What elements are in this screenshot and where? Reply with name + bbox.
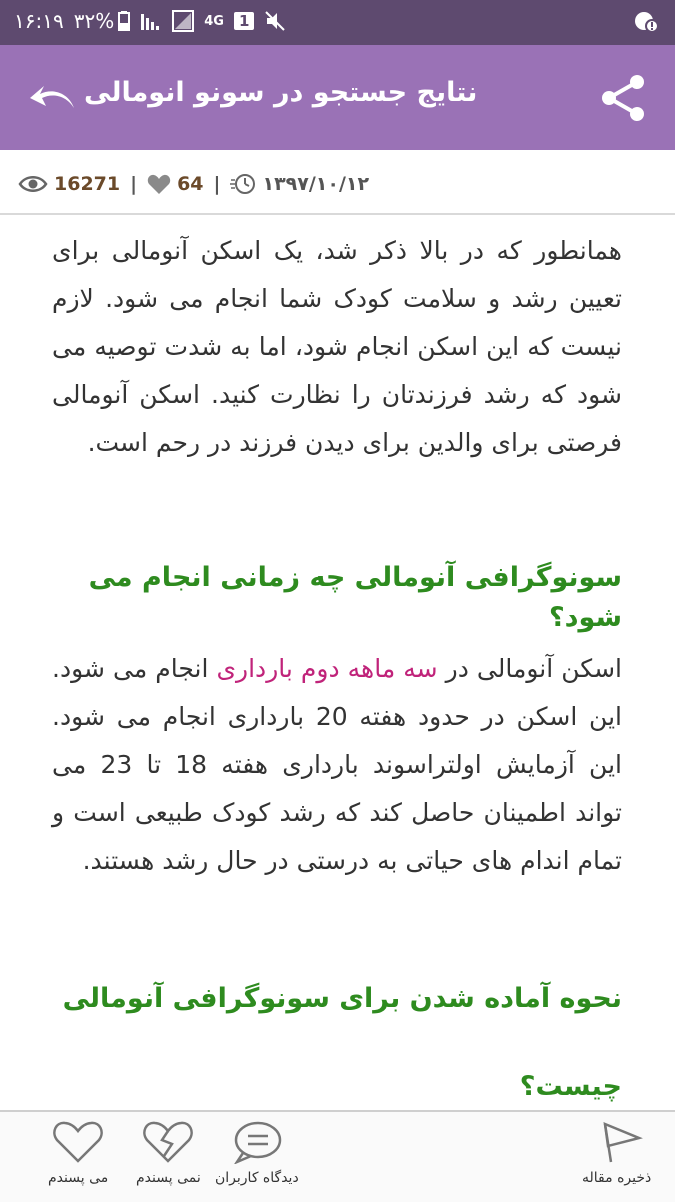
battery-indicator: ۳۲%	[74, 9, 131, 33]
status-bar-left: ۱۶:۱۹ ۳۲% 4G 1	[14, 9, 286, 33]
highlight-link[interactable]: سه ماهه دوم بارداری	[216, 654, 437, 683]
separator: |	[213, 173, 221, 195]
page-title: نتایج جستجو در سونو انومالی	[84, 77, 478, 108]
status-bar: ۱۶:۱۹ ۳۲% 4G 1	[0, 0, 675, 45]
battery-icon	[118, 11, 131, 31]
comments-button[interactable]: دیدگاه کاربران	[215, 1120, 299, 1186]
sim-badge: 1	[233, 12, 255, 30]
comments-label: دیدگاه کاربران	[215, 1170, 299, 1186]
dislike-button[interactable]: نمی پسندم	[136, 1120, 201, 1186]
broken-heart-icon	[143, 1121, 194, 1163]
section-heading-continued: چیست؟	[519, 1071, 622, 1102]
battery-percent: ۳۲%	[73, 9, 115, 33]
like-button[interactable]: می پسندم	[48, 1120, 108, 1186]
mute-icon	[265, 11, 286, 31]
bottom-action-bar: می پسندم نمی پسندم دیدگاه کاربران ذخیره …	[0, 1110, 675, 1202]
signal-icon-2	[172, 10, 195, 32]
back-arrow-icon	[30, 86, 74, 108]
article-paragraph: اسکن آنومالی در سه ماهه دوم بارداری انجا…	[52, 654, 622, 875]
save-article-button[interactable]: ذخیره مقاله	[582, 1120, 651, 1186]
heart-icon	[147, 174, 171, 194]
article-paragraph: همانطور که در بالا ذکر شد، یک اسکن آنوما…	[52, 236, 622, 457]
share-icon	[602, 75, 644, 121]
back-button[interactable]	[28, 78, 78, 118]
like-label: می پسندم	[48, 1170, 109, 1186]
section-heading: نحوه آماده شدن برای سونوگرافی آنومالی	[62, 983, 622, 1014]
dislike-label: نمی پسندم	[136, 1170, 201, 1186]
clock-icon	[230, 174, 256, 194]
publish-date: ۱۳۹۷/۱۰/۱۲	[262, 173, 370, 195]
signal-icon	[141, 14, 160, 30]
heart-outline-icon	[53, 1121, 103, 1163]
status-bar-right	[633, 8, 659, 34]
separator: |	[130, 173, 138, 195]
clock: ۱۶:۱۹	[14, 9, 64, 33]
flag-icon	[603, 1122, 643, 1163]
views-count: 16271	[54, 173, 121, 195]
eye-icon	[18, 176, 48, 192]
share-button[interactable]	[597, 72, 649, 124]
article-meta: 16271 | 64 | ۱۳۹۷/۱۰/۱۲	[0, 150, 675, 215]
section-heading: سونوگرافی آنومالی چه زمانی انجام می شود؟	[88, 562, 622, 633]
network-type: 4G	[204, 13, 224, 29]
meta-row: 16271 | 64 | ۱۳۹۷/۱۰/۱۲	[18, 172, 369, 196]
comment-icon	[234, 1121, 282, 1164]
notification-icon	[635, 12, 659, 33]
app-header: نتایج جستجو در سونو انومالی	[0, 45, 675, 150]
article-content: همانطور که در بالا ذکر شد، یک اسکن آنوما…	[0, 215, 675, 1110]
likes-count: 64	[177, 173, 204, 195]
save-label: ذخیره مقاله	[582, 1170, 652, 1186]
